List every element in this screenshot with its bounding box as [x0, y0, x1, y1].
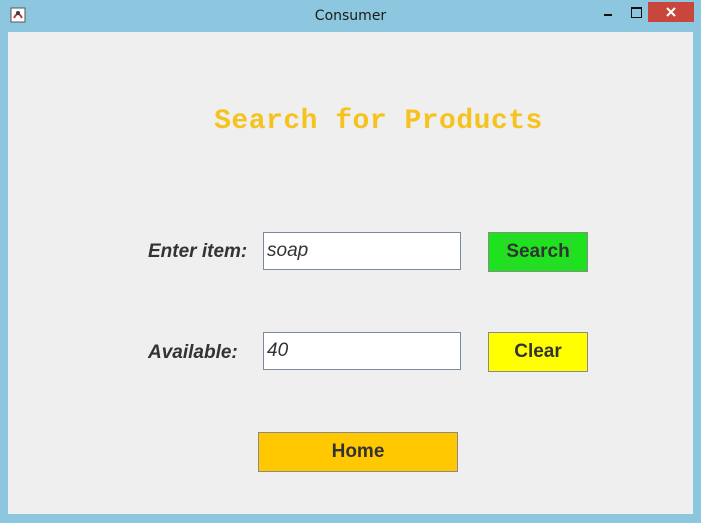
content-panel: Search for Products Enter item: Search A… — [8, 32, 693, 514]
maximize-button[interactable] — [624, 2, 648, 22]
app-window: Consumer Search for Products Enter item:… — [0, 0, 701, 523]
minimize-button[interactable] — [596, 2, 620, 22]
minimize-icon — [604, 14, 612, 16]
java-app-icon[interactable] — [10, 7, 26, 23]
home-button[interactable]: Home — [258, 432, 458, 472]
maximize-icon — [631, 7, 642, 18]
close-button[interactable] — [648, 2, 694, 22]
item-search-input[interactable] — [263, 232, 461, 270]
page-title: Search for Products — [214, 106, 543, 137]
title-bar[interactable]: Consumer — [0, 0, 701, 32]
enter-item-label: Enter item: — [148, 241, 248, 262]
focus-ring — [504, 238, 572, 266]
clear-button[interactable]: Clear — [488, 332, 588, 372]
available-field[interactable] — [263, 332, 461, 370]
available-label: Available: — [148, 342, 238, 363]
search-button[interactable]: Search — [488, 232, 588, 272]
close-icon — [666, 7, 676, 17]
